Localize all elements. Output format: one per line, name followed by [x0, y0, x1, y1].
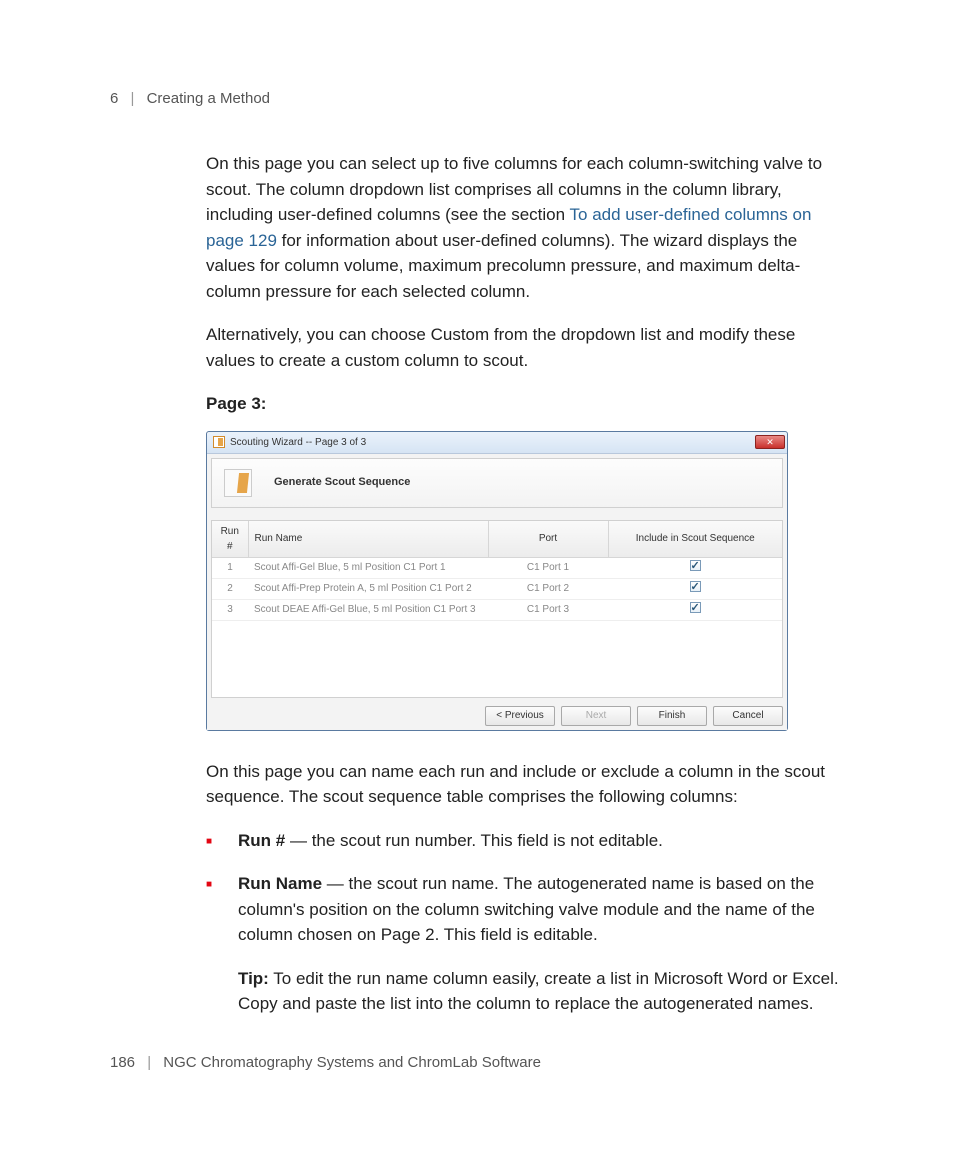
- checkbox-icon[interactable]: [690, 560, 701, 571]
- footer-separator: |: [147, 1054, 151, 1071]
- next-button: Next: [561, 706, 631, 726]
- list-item: Run # — the scout run number. This field…: [206, 828, 844, 854]
- bullet-dash: —: [285, 831, 311, 850]
- page-content: On this page you can select up to five c…: [206, 151, 844, 1017]
- cell-port: C1 Port 2: [488, 578, 608, 599]
- finish-button[interactable]: Finish: [637, 706, 707, 726]
- checkbox-icon[interactable]: [690, 602, 701, 613]
- cell-include[interactable]: [608, 599, 782, 620]
- col-header-port[interactable]: Port: [488, 521, 608, 558]
- heading-page-3: Page 3:: [206, 391, 844, 417]
- wizard-panel-title: Generate Scout Sequence: [274, 474, 410, 491]
- table-row[interactable]: 1 Scout Affi-Gel Blue, 5 ml Position C1 …: [212, 557, 782, 578]
- paragraph-1b: for information about user-defined colum…: [206, 231, 800, 301]
- table-row[interactable]: 3 Scout DEAE Affi-Gel Blue, 5 ml Positio…: [212, 599, 782, 620]
- bullet-dash: —: [322, 874, 348, 893]
- wizard-button-bar: < Previous Next Finish Cancel: [207, 702, 787, 730]
- bullet-term: Run #: [238, 831, 285, 850]
- tip-label: Tip:: [238, 969, 269, 988]
- col-header-include[interactable]: Include in Scout Sequence: [608, 521, 782, 558]
- cell-run: 3: [212, 599, 248, 620]
- bullet-desc: the scout run number. This field is not …: [312, 831, 663, 850]
- tip-block: Tip: To edit the run name column easily,…: [206, 966, 844, 1017]
- cell-include[interactable]: [608, 557, 782, 578]
- list-item: Run Name — the scout run name. The autog…: [206, 871, 844, 948]
- wizard-icon: [224, 469, 252, 497]
- cell-name[interactable]: Scout Affi-Gel Blue, 5 ml Position C1 Po…: [248, 557, 488, 578]
- cell-run: 2: [212, 578, 248, 599]
- chapter-title: Creating a Method: [147, 90, 270, 107]
- cell-run: 1: [212, 557, 248, 578]
- chapter-number: 6: [110, 90, 118, 107]
- page-number: 186: [110, 1054, 135, 1071]
- cell-port: C1 Port 1: [488, 557, 608, 578]
- close-button[interactable]: ✕: [755, 435, 785, 449]
- col-header-runname[interactable]: Run Name: [248, 521, 488, 558]
- doc-title: NGC Chromatography Systems and ChromLab …: [163, 1054, 541, 1071]
- table-row[interactable]: 2 Scout Affi-Prep Protein A, 5 ml Positi…: [212, 578, 782, 599]
- cell-include[interactable]: [608, 578, 782, 599]
- checkbox-icon[interactable]: [690, 581, 701, 592]
- cell-name[interactable]: Scout DEAE Affi-Gel Blue, 5 ml Position …: [248, 599, 488, 620]
- scout-sequence-grid: Run # Run Name Port Include in Scout Seq…: [211, 520, 783, 698]
- wizard-header-panel: Generate Scout Sequence: [211, 458, 783, 508]
- running-header: 6 | Creating a Method: [110, 90, 844, 107]
- header-separator: |: [131, 90, 135, 107]
- paragraph-1: On this page you can select up to five c…: [206, 151, 844, 304]
- window-title: Scouting Wizard -- Page 3 of 3: [230, 435, 755, 450]
- bullet-term: Run Name: [238, 874, 322, 893]
- column-definitions-list: Run # — the scout run number. This field…: [206, 828, 844, 948]
- cell-name[interactable]: Scout Affi-Prep Protein A, 5 ml Position…: [248, 578, 488, 599]
- scout-sequence-table: Run # Run Name Port Include in Scout Seq…: [212, 521, 782, 621]
- app-icon: [213, 436, 225, 448]
- wizard-window: Scouting Wizard -- Page 3 of 3 ✕ Generat…: [206, 431, 788, 731]
- previous-button[interactable]: < Previous: [485, 706, 555, 726]
- cell-port: C1 Port 3: [488, 599, 608, 620]
- paragraph-2: Alternatively, you can choose Custom fro…: [206, 322, 844, 373]
- tip-text: To edit the run name column easily, crea…: [238, 969, 839, 1014]
- col-header-run[interactable]: Run #: [212, 521, 248, 558]
- titlebar: Scouting Wizard -- Page 3 of 3 ✕: [207, 432, 787, 454]
- cancel-button[interactable]: Cancel: [713, 706, 783, 726]
- paragraph-3: On this page you can name each run and i…: [206, 759, 844, 810]
- running-footer: 186 | NGC Chromatography Systems and Chr…: [110, 1054, 541, 1071]
